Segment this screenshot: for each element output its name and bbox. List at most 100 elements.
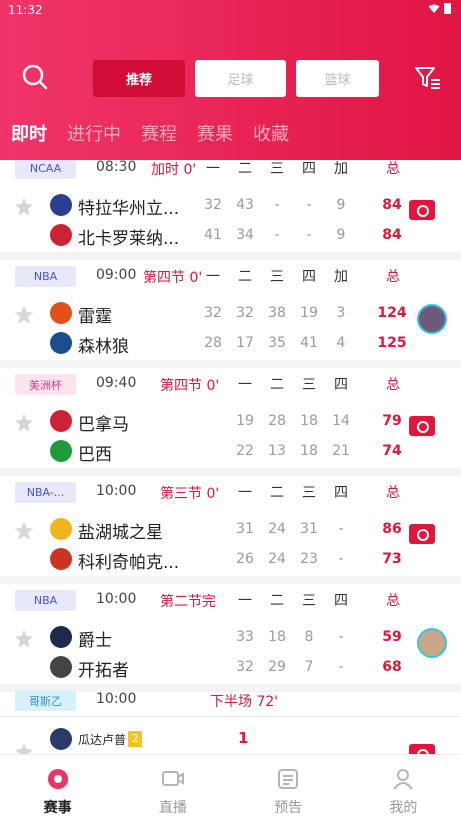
match-status: 加时 0' (151, 162, 197, 178)
team-logo-icon (50, 194, 72, 216)
quarter-score: 43 (236, 197, 254, 213)
match-time: 10:00 (96, 691, 137, 707)
match-card[interactable]: NBA-... 10:00 第三节 0' 一 二 三 四 总盐湖城之星 31 24 31 - 86 科利奇… (0, 476, 461, 584)
separator (0, 360, 461, 368)
quarter-score: 38 (268, 305, 286, 321)
team-logo-icon (50, 518, 72, 540)
live-stream-icon[interactable] (409, 524, 435, 544)
quarter-header: 三 (270, 269, 284, 285)
team-logo-icon (50, 548, 72, 570)
quarter-score: 32 (236, 305, 254, 321)
total-score: 73 (382, 551, 402, 567)
avatar[interactable] (417, 304, 447, 334)
search-icon[interactable] (22, 64, 48, 90)
separator (0, 252, 461, 260)
tab-favorites[interactable]: 收藏 (253, 120, 289, 146)
quarter-score: 7 (304, 659, 314, 675)
quarter-score: 3 (336, 305, 346, 321)
quarter-score: 9 (336, 227, 346, 243)
match-header-row: NBA 09:00 第四节 0' 一 二 三 四 加 总 (0, 260, 461, 293)
team-row: 北卡罗莱纳... 41 34 - - 9 84 (0, 220, 461, 250)
status-icons (428, 3, 451, 14)
match-status: 第四节 0' (143, 270, 203, 286)
match-time: 10:00 (96, 591, 137, 607)
tab-live[interactable]: 即时 (11, 120, 47, 146)
match-list[interactable]: NCAA 08:30 加时 0' 一二三四加总特拉华州立... 32 43- -9 84 北卡罗… (0, 160, 461, 754)
match-card[interactable]: NCAA 08:30 加时 0' 一二三四加总特拉华州立... 32 43- -9 84 北卡罗… (0, 160, 461, 260)
nav-preview[interactable]: 预告 (231, 755, 346, 821)
home-score: 1 (238, 729, 249, 747)
team-row: 巴西 22 13 18 21 74 (0, 436, 461, 466)
match-card[interactable]: NBA 09:00 第四节 0' 一 二 三 四 加 总雷霆 32 32 38 19 3 124 森林狼 28 1… (0, 260, 461, 368)
match-card[interactable]: NBA 10:00 第二节完 一 二 三 四 总爵士 33 18 8 - 59 开拓者 32 29 7 - 68 (0, 584, 461, 692)
segment-basketball[interactable]: 篮球 (296, 60, 379, 97)
nav-label-me: 我的 (389, 800, 418, 816)
quarter-score: 8 (304, 629, 314, 645)
quarter-score: 17 (236, 335, 254, 351)
team-logo-icon (50, 224, 72, 246)
nav-me[interactable]: 我的 (346, 755, 461, 821)
quarter-header: 四 (334, 377, 348, 393)
team-row: 巴拿马 19 28 18 14 79 (0, 406, 461, 436)
quarter-header: 一 (238, 593, 252, 609)
team-row: 瓜达卢普 2 1 (0, 724, 461, 754)
filter-icon[interactable] (415, 66, 441, 90)
live-stream-icon[interactable] (409, 744, 435, 754)
quarter-score: 24 (268, 521, 286, 537)
segment-recommend[interactable]: 推荐 (93, 60, 185, 97)
match-status: 下半场 72' (210, 694, 279, 710)
match-header-row: NBA 10:00 第二节完 一 二 三 四 总 (0, 584, 461, 617)
quarter-score: 28 (204, 335, 222, 351)
quarter-header: 二 (238, 269, 252, 285)
total-header: 总 (386, 593, 400, 609)
video-icon (161, 771, 184, 786)
team-name: 森林狼 (78, 337, 129, 357)
quarter-score: - (274, 197, 280, 213)
live-stream-icon[interactable] (409, 200, 435, 220)
league-badge: NBA (15, 266, 76, 287)
quarter-score: - (338, 551, 344, 567)
total-header: 总 (386, 161, 400, 177)
quarter-header: 三 (302, 485, 316, 501)
live-stream-icon[interactable] (409, 416, 435, 436)
quarter-score: 9 (336, 197, 346, 213)
team-row: 爵士 33 18 8 - 59 (0, 622, 461, 652)
match-header-row: 美洲杯 09:40 第四节 0' 一 二 三 四 总 (0, 368, 461, 401)
segment-football[interactable]: 足球 (195, 60, 286, 97)
avatar[interactable] (417, 628, 447, 658)
quarter-score: 28 (268, 413, 286, 429)
list-icon (278, 769, 299, 789)
quarter-score: - (338, 629, 344, 645)
nav-live[interactable]: 直播 (115, 755, 230, 821)
quarter-score: - (274, 227, 280, 243)
total-score: 84 (382, 227, 402, 243)
total-header: 总 (386, 377, 400, 393)
team-logo-icon (50, 656, 72, 678)
quarter-score: 32 (236, 659, 254, 675)
quarter-score: 24 (268, 551, 286, 567)
divider (0, 716, 461, 717)
match-header-row: NBA-... 10:00 第三节 0' 一 二 三 四 总 (0, 476, 461, 509)
bottom-nav: 赛事 直播 预告 我的 (0, 754, 461, 821)
team-logo-icon (50, 728, 72, 750)
wifi-icon (428, 4, 440, 13)
quarter-header: 四 (334, 485, 348, 501)
tab-in-progress[interactable]: 进行中 (67, 120, 121, 146)
tab-results[interactable]: 赛果 (197, 120, 233, 146)
quarter-score: 41 (300, 335, 318, 351)
quarter-header: 二 (270, 485, 284, 501)
total-score: 84 (382, 197, 402, 213)
match-card[interactable]: 美洲杯 09:40 第四节 0' 一 二 三 四 总巴拿马 19 28 18 14 79 巴西 22 13 18… (0, 368, 461, 476)
quarter-header: 加 (334, 269, 348, 285)
match-card[interactable]: 哥斯乙 10:00 下半场 72' 瓜达卢普 2 1 (0, 684, 461, 754)
quarter-score: 18 (300, 443, 318, 459)
quarter-score: 23 (300, 551, 318, 567)
tab-schedule[interactable]: 赛程 (141, 120, 177, 146)
nav-label-preview: 预告 (274, 800, 303, 816)
team-name: 特拉华州立... (78, 199, 180, 219)
quarter-score: 18 (300, 413, 318, 429)
quarter-score: 33 (236, 629, 254, 645)
nav-events[interactable]: 赛事 (0, 755, 115, 821)
nav-label-live: 直播 (158, 800, 187, 816)
quarter-header: 二 (270, 377, 284, 393)
